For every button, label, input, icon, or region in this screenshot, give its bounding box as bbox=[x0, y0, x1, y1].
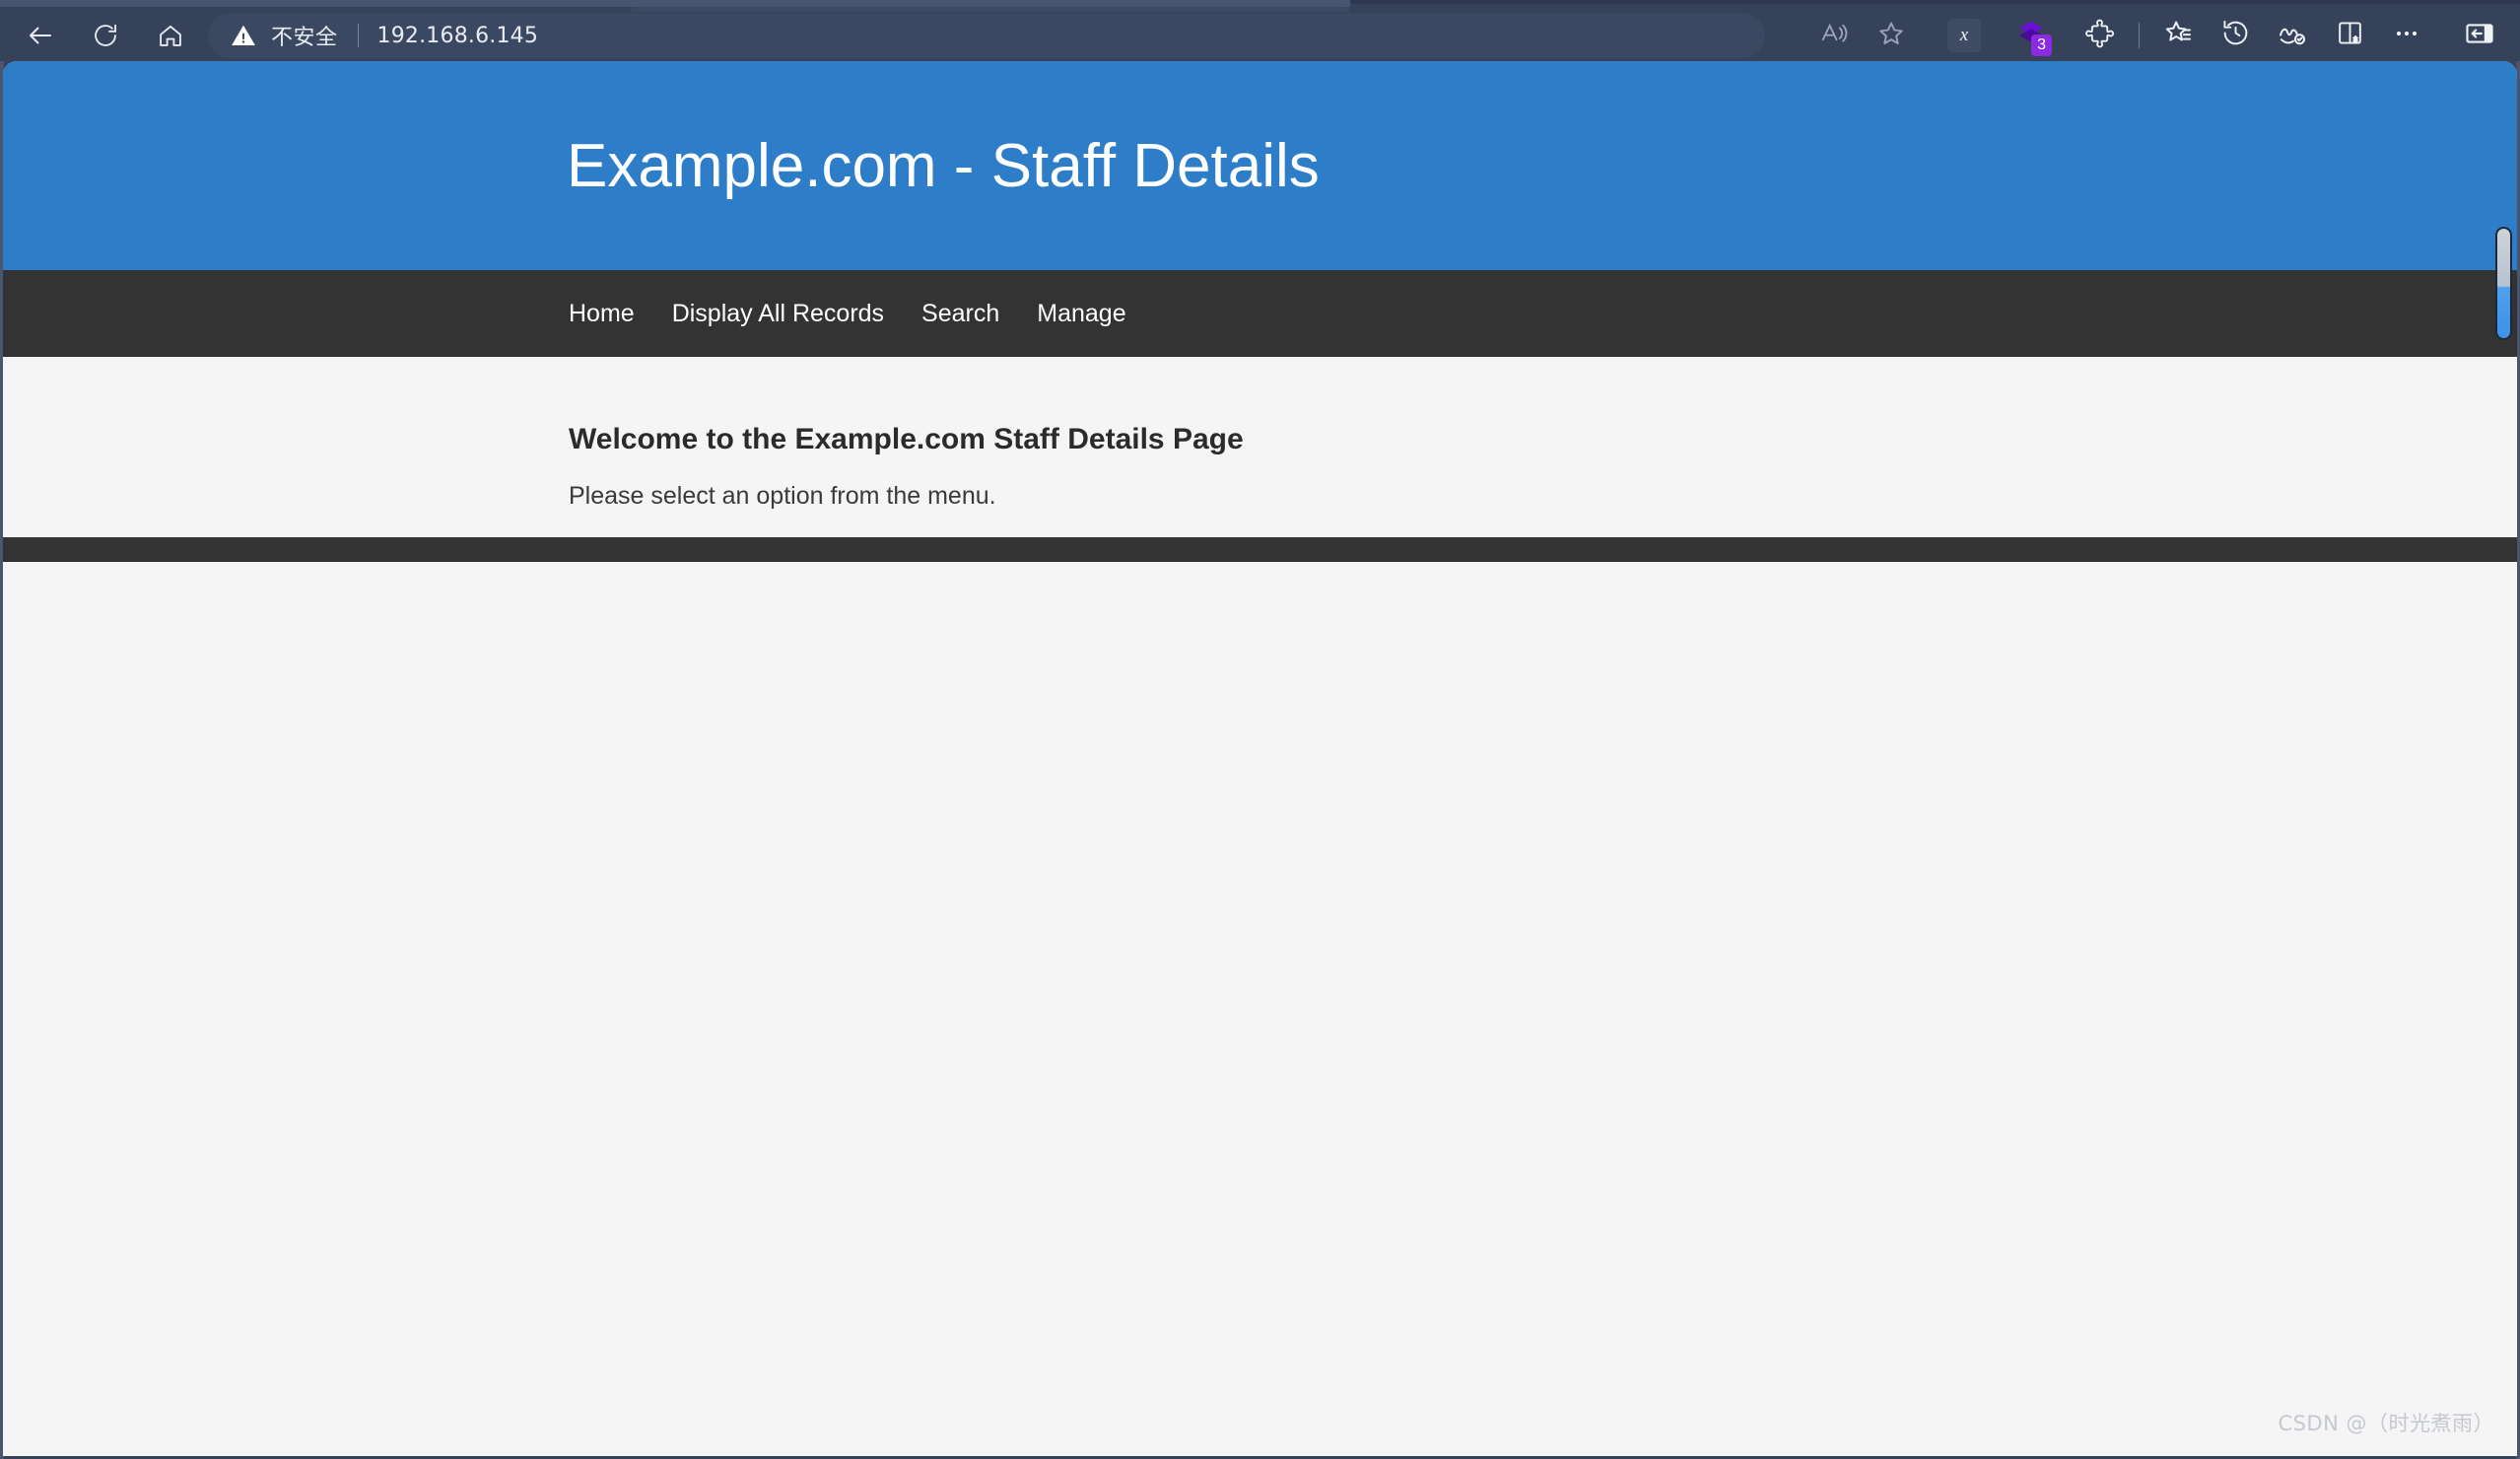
nav-link-manage[interactable]: Manage bbox=[1037, 300, 1125, 328]
toolbar-divider bbox=[2139, 23, 2140, 48]
extension-x-icon: x bbox=[1947, 19, 1981, 52]
tab-strip-background-right bbox=[1350, 0, 2520, 4]
extension-x-button[interactable]: x bbox=[1936, 13, 1993, 58]
browser-window: 不安全 192.168.6.145 x 3 Example.com - Staf… bbox=[0, 0, 2520, 1459]
main-content: Welcome to the Example.com Staff Details… bbox=[3, 357, 2517, 537]
history-button[interactable] bbox=[2207, 13, 2264, 58]
welcome-text: Please select an option from the menu. bbox=[569, 482, 996, 510]
not-secure-warning-icon bbox=[230, 22, 257, 49]
footer-bar bbox=[3, 537, 2517, 562]
page-scrollbar[interactable] bbox=[2494, 61, 2514, 1459]
read-aloud-button[interactable] bbox=[1805, 13, 1863, 58]
more-options-icon bbox=[2392, 19, 2421, 53]
browser-toolbar: 不安全 192.168.6.145 x 3 bbox=[0, 10, 2520, 61]
scrollbar-thumb[interactable] bbox=[2495, 227, 2512, 340]
add-favorite-button[interactable] bbox=[1863, 13, 1920, 58]
toolbar-actions: x 3 bbox=[1805, 13, 2520, 58]
browser-essentials-button[interactable] bbox=[2264, 13, 2321, 58]
address-bar[interactable]: 不安全 192.168.6.145 bbox=[208, 13, 1765, 58]
back-arrow-icon bbox=[26, 21, 55, 50]
back-button[interactable] bbox=[14, 14, 67, 57]
page-empty-area bbox=[3, 562, 2517, 1449]
welcome-heading: Welcome to the Example.com Staff Details… bbox=[569, 423, 1244, 455]
security-status-label: 不安全 bbox=[271, 26, 338, 50]
split-screen-icon bbox=[2335, 18, 2365, 53]
page-title: Example.com - Staff Details bbox=[567, 131, 1320, 200]
split-screen-button[interactable] bbox=[2321, 13, 2378, 58]
collections-button[interactable]: 3 bbox=[2003, 13, 2060, 58]
home-icon bbox=[157, 22, 184, 49]
nav-link-display-all-records[interactable]: Display All Records bbox=[672, 300, 884, 328]
site-navigation: Home Display All Records Search Manage bbox=[3, 270, 2517, 357]
page-header-banner: Example.com - Staff Details bbox=[3, 61, 2517, 270]
nav-link-home[interactable]: Home bbox=[569, 300, 635, 328]
favorites-button[interactable] bbox=[2149, 13, 2207, 58]
tab-strip bbox=[0, 0, 2520, 12]
tab-strip-background-left bbox=[0, 0, 1350, 7]
sidebar-toggle-icon bbox=[2464, 18, 2495, 54]
watermark-text: CSDN @（时光煮雨） bbox=[2278, 1412, 2494, 1435]
home-button[interactable] bbox=[144, 14, 197, 57]
read-aloud-icon bbox=[1819, 19, 1849, 53]
address-divider bbox=[357, 24, 359, 47]
nav-link-search[interactable]: Search bbox=[921, 300, 999, 328]
refresh-icon bbox=[92, 22, 119, 49]
browser-essentials-icon bbox=[2277, 18, 2308, 54]
extensions-button[interactable] bbox=[2072, 13, 2129, 58]
page-viewport: Example.com - Staff Details Home Display… bbox=[3, 61, 2517, 1456]
collections-count-badge: 3 bbox=[2031, 35, 2052, 56]
sidebar-toggle-button[interactable] bbox=[2451, 13, 2508, 58]
favorites-list-icon bbox=[2162, 18, 2194, 54]
refresh-button[interactable] bbox=[79, 14, 132, 57]
url-text[interactable]: 192.168.6.145 bbox=[377, 24, 539, 48]
favorite-star-icon bbox=[1876, 19, 1906, 53]
more-options-button[interactable] bbox=[2378, 13, 2435, 58]
extensions-puzzle-icon bbox=[2085, 19, 2115, 53]
history-clock-icon bbox=[2220, 18, 2251, 53]
